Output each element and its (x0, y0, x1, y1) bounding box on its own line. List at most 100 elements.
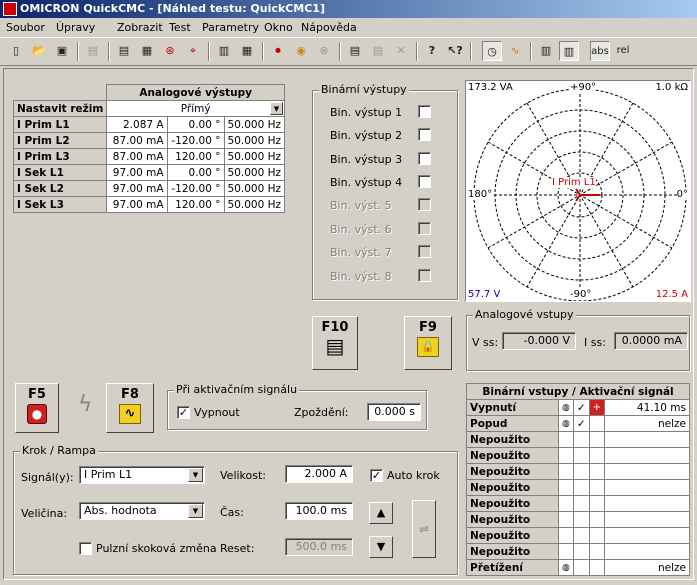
table-row[interactable]: I Sek L1 97.00 mA 0.00 ° 50.000 Hz (12, 164, 285, 181)
hold-icon[interactable]: ◉ (291, 41, 311, 61)
signal-select[interactable]: I Prim L1 ▼ (79, 466, 205, 484)
save-icon[interactable]: ▣ (52, 41, 72, 61)
menu-upravy[interactable]: Úpravy (56, 21, 95, 34)
angle-cell[interactable]: 0.00 ° (166, 164, 225, 181)
f5-stop-button[interactable]: F5 ● (15, 383, 59, 433)
print-preview-icon[interactable]: ▤ (83, 41, 103, 61)
magnitude-cell[interactable]: 87.00 mA (106, 132, 168, 149)
io-config-icon[interactable]: ▦ (237, 41, 257, 61)
table-row[interactable]: Nepoužito (466, 463, 690, 480)
table-row[interactable]: I Prim L1 2.087 A 0.00 ° 50.000 Hz (12, 116, 285, 133)
menu-okno[interactable]: Okno (264, 21, 293, 34)
table-row[interactable]: I Sek L3 97.00 mA 120.00 ° 50.000 Hz (12, 196, 285, 213)
frequency-cell[interactable]: 50.000 Hz (223, 180, 285, 197)
table-row[interactable]: Vypnutí ◍ ✓ + 41.10 ms (466, 399, 690, 416)
clock-icon[interactable]: ◷ (482, 41, 502, 61)
angle-cell[interactable]: -120.00 ° (166, 180, 225, 197)
magnitude-cell[interactable]: 2.087 A (106, 116, 168, 133)
delay-input[interactable]: 0.000 s (367, 403, 421, 421)
hardware-config-icon[interactable]: ▥ (214, 41, 234, 61)
bin-output-1-checkbox[interactable] (418, 105, 431, 118)
pulse-step-checkbox[interactable] (79, 542, 92, 555)
bin-output-6-checkbox[interactable] (418, 222, 431, 235)
active-checkbox[interactable]: ✓ (572, 415, 590, 432)
sine-wave-icon[interactable]: ∿ (505, 41, 525, 61)
binary-io-alt-icon[interactable]: ▥ (559, 41, 579, 61)
menu-zobrazit[interactable]: Zobrazit (117, 21, 163, 34)
magnitude-cell[interactable]: 97.00 mA (106, 180, 168, 197)
table-row[interactable]: I Prim L2 87.00 mA -120.00 ° 50.000 Hz (12, 132, 285, 149)
mode-select[interactable]: Přímý ▼ (106, 100, 285, 117)
angle-cell[interactable]: 120.00 ° (166, 148, 225, 165)
new-file-icon[interactable]: ▯ (6, 41, 26, 61)
menu-napoveda[interactable]: Nápověda (301, 21, 357, 34)
delete-icon[interactable]: ✕ (391, 41, 411, 61)
paste-icon[interactable]: ▤ (368, 41, 388, 61)
reset-input[interactable]: 500.0 ms (285, 538, 353, 556)
magnitude-cell[interactable]: 97.00 mA (106, 164, 168, 181)
frequency-cell[interactable]: 50.000 Hz (223, 196, 285, 213)
bin-output-4-checkbox[interactable] (418, 175, 431, 188)
magnitude-cell[interactable]: 87.00 mA (106, 148, 168, 165)
f8-output-button[interactable]: F8 ∿ (106, 383, 154, 433)
chevron-down-icon[interactable]: ▼ (188, 504, 203, 518)
abs-toggle[interactable]: abs (590, 41, 610, 61)
menu-test[interactable]: Test (169, 21, 191, 34)
rel-toggle[interactable]: rel (613, 41, 633, 61)
table-view-icon[interactable]: ▦ (137, 41, 157, 61)
open-folder-icon[interactable]: 📂 (29, 41, 49, 61)
menu-parametry[interactable]: Parametry (202, 21, 259, 34)
angle-cell[interactable]: -120.00 ° (166, 132, 225, 149)
table-row[interactable]: I Sek L2 97.00 mA -120.00 ° 50.000 Hz (12, 180, 285, 197)
context-help-icon[interactable]: ↖? (445, 41, 465, 61)
binary-io-icon[interactable]: ▥ (536, 41, 556, 61)
table-row[interactable]: Nepoužito (466, 527, 690, 544)
frequency-cell[interactable]: 50.000 Hz (223, 148, 285, 165)
magnitude-cell[interactable]: 97.00 mA (106, 196, 168, 213)
step-time-input[interactable]: 100.0 ms (285, 502, 353, 520)
trigger-marker-cell[interactable] (588, 415, 606, 432)
copy-icon[interactable]: ▤ (345, 41, 365, 61)
characteristic-icon[interactable]: ⌖ (183, 41, 203, 61)
table-row[interactable]: Nepoužito (466, 511, 690, 528)
menu-soubor[interactable]: Soubor (6, 21, 45, 34)
table-row[interactable]: I Prim L3 87.00 mA 120.00 ° 50.000 Hz (12, 148, 285, 165)
f9-hold-button[interactable]: F9 🔒 (404, 316, 452, 370)
table-row[interactable]: Nepoužito (466, 495, 690, 512)
angle-cell[interactable]: 120.00 ° (166, 196, 225, 213)
quantity-select[interactable]: Abs. hodnota ▼ (79, 502, 205, 520)
chevron-down-icon[interactable]: ▼ (270, 102, 283, 115)
vector-view-icon[interactable]: ⊛ (160, 41, 180, 61)
bin-output-5-checkbox[interactable] (418, 198, 431, 211)
step-down-button[interactable]: ▼ (369, 536, 393, 558)
chevron-down-icon[interactable]: ▼ (188, 468, 203, 482)
step-up-button[interactable]: ▲ (369, 502, 393, 524)
active-checkbox[interactable]: ✓ (572, 399, 590, 416)
auto-step-checkbox[interactable]: ✓ (370, 469, 383, 482)
bin-output-2-checkbox[interactable] (418, 128, 431, 141)
angle-cell[interactable]: 0.00 ° (166, 116, 225, 133)
table-row[interactable]: Přetížení ◍ nelze (466, 559, 690, 576)
clear-icon[interactable]: ⊗ (314, 41, 334, 61)
document-view-icon[interactable]: ▤ (114, 41, 134, 61)
frequency-cell[interactable]: 50.000 Hz (223, 116, 285, 133)
frequency-cell[interactable]: 50.000 Hz (223, 164, 285, 181)
table-row[interactable]: Nepoužito (466, 431, 690, 448)
frequency-cell[interactable]: 50.000 Hz (223, 132, 285, 149)
trip-checkbox[interactable]: ✓ (177, 406, 190, 419)
table-row[interactable]: Nepoužito (466, 447, 690, 464)
ramp-run-button[interactable]: ⇌ (412, 500, 436, 558)
table-row[interactable]: Nepoužito (466, 479, 690, 496)
active-checkbox[interactable] (572, 559, 590, 576)
table-row[interactable]: Nepoužito (466, 543, 690, 560)
f10-add-step-button[interactable]: F10 ▤ (312, 316, 358, 370)
start-test-icon[interactable]: ⏺ (268, 41, 288, 61)
trigger-marker-cell[interactable] (588, 559, 606, 576)
bin-output-7-checkbox[interactable] (418, 245, 431, 258)
bin-output-3-checkbox[interactable] (418, 152, 431, 165)
table-row[interactable]: Popud ◍ ✓ nelze (466, 415, 690, 432)
vector-diagram[interactable]: I Prim L1 173.2 VA +90° 1.0 kΩ 180° 0° -… (465, 80, 691, 302)
step-size-input[interactable]: 2.000 A (285, 465, 353, 483)
bin-output-8-checkbox[interactable] (418, 269, 431, 282)
help-icon[interactable]: ? (422, 41, 442, 61)
